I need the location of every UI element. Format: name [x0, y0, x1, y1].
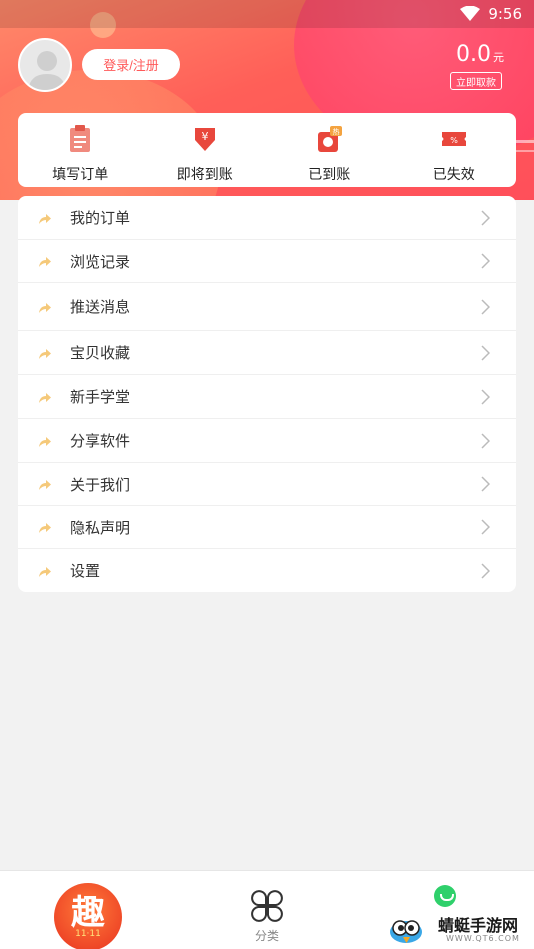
order-label: 已到账: [308, 167, 351, 183]
menu-label: 我的订单: [70, 209, 131, 227]
wifi-icon: [460, 6, 481, 21]
share-arrow-icon: [39, 566, 51, 577]
order-status-card: 填写订单 ¥ 即将到账 热 已到账 % 已失效: [18, 113, 516, 187]
chevron-right-icon: [481, 298, 490, 315]
menu-label: 关于我们: [70, 475, 131, 494]
watermark-title: 蜻蜓手游网: [438, 916, 519, 935]
order-label: 已失效: [432, 167, 475, 183]
balance-unit: 元: [493, 51, 504, 64]
share-arrow-icon: [39, 392, 51, 403]
avatar[interactable]: [18, 38, 72, 92]
svg-text:¥: ¥: [201, 130, 208, 143]
status-bar: 9:56: [0, 0, 534, 28]
menu-label: 宝贝收藏: [70, 344, 131, 362]
menu-list: 我的订单 浏览记录 推送消息 宝贝收藏 新手学堂 分享软件 关于我们 隐私声明: [18, 196, 516, 592]
share-arrow-icon: [39, 523, 51, 533]
chevron-right-icon: [481, 432, 490, 449]
order-received[interactable]: 热 已到账: [267, 113, 392, 187]
share-arrow-icon: [39, 436, 51, 447]
share-arrow-icon: [39, 480, 51, 490]
share-arrow-icon: [39, 348, 51, 359]
menu-label: 新手学堂: [70, 388, 131, 406]
order-fill-in[interactable]: 填写订单: [18, 113, 143, 187]
tab-category-label: 分类: [254, 929, 279, 943]
menu-item-share-app[interactable]: 分享软件: [18, 419, 516, 463]
login-register-button[interactable]: 登录/注册: [82, 49, 180, 80]
home-logo-sub: 11·11: [75, 929, 101, 939]
order-label: 填写订单: [52, 167, 109, 183]
tab-home[interactable]: 趣 11·11: [54, 883, 122, 949]
menu-item-push-messages[interactable]: 推送消息: [18, 283, 516, 331]
dragonfly-mascot-icon: [390, 920, 422, 943]
yen-down-icon: ¥: [194, 128, 215, 151]
share-arrow-icon: [39, 302, 51, 313]
share-arrow-icon: [39, 213, 51, 224]
home-logo-char: 趣: [71, 893, 105, 933]
menu-label: 推送消息: [70, 298, 131, 316]
clipboard-icon: [70, 125, 91, 152]
balance-display: 0.0 元: [456, 42, 504, 67]
menu-label: 隐私声明: [70, 518, 131, 537]
balance-value: 0.0: [456, 42, 491, 67]
menu-label: 浏览记录: [70, 252, 131, 271]
chevron-right-icon: [481, 562, 490, 579]
order-expired[interactable]: % 已失效: [392, 113, 517, 187]
percent-ticket-icon: %: [441, 132, 466, 146]
menu-item-browse-history[interactable]: 浏览记录: [18, 240, 516, 283]
menu-item-settings[interactable]: 设置: [18, 549, 516, 592]
menu-item-my-orders[interactable]: 我的订单: [18, 196, 516, 240]
chevron-right-icon: [481, 519, 490, 535]
chevron-right-icon: [481, 253, 490, 269]
menu-item-privacy[interactable]: 隐私声明: [18, 506, 516, 549]
order-pending[interactable]: ¥ 即将到账: [143, 113, 268, 187]
tab-category[interactable]: 分类: [244, 889, 290, 944]
menu-item-beginner-school[interactable]: 新手学堂: [18, 375, 516, 419]
svg-text:%: %: [450, 136, 458, 145]
chevron-right-icon: [481, 388, 490, 405]
chevron-right-icon: [481, 209, 490, 226]
hot-coupon-icon: 热: [318, 126, 343, 152]
smile-icon[interactable]: [434, 885, 456, 907]
four-petal-grid-icon: [251, 890, 283, 922]
status-time: 9:56: [488, 5, 522, 23]
share-arrow-icon: [39, 257, 51, 267]
menu-label: 设置: [70, 562, 101, 580]
menu-item-favorites[interactable]: 宝贝收藏: [18, 331, 516, 375]
watermark-url: WWW.QT6.COM: [446, 934, 520, 943]
menu-item-about-us[interactable]: 关于我们: [18, 463, 516, 506]
svg-text:热: 热: [333, 127, 340, 136]
chevron-right-icon: [481, 476, 490, 492]
watermark: 蜻蜓手游网 WWW.QT6.COM: [386, 906, 534, 949]
menu-label: 分享软件: [70, 432, 131, 450]
order-label: 即将到账: [176, 167, 233, 183]
withdraw-button[interactable]: 立即取款: [450, 72, 502, 90]
chevron-right-icon: [481, 344, 490, 361]
